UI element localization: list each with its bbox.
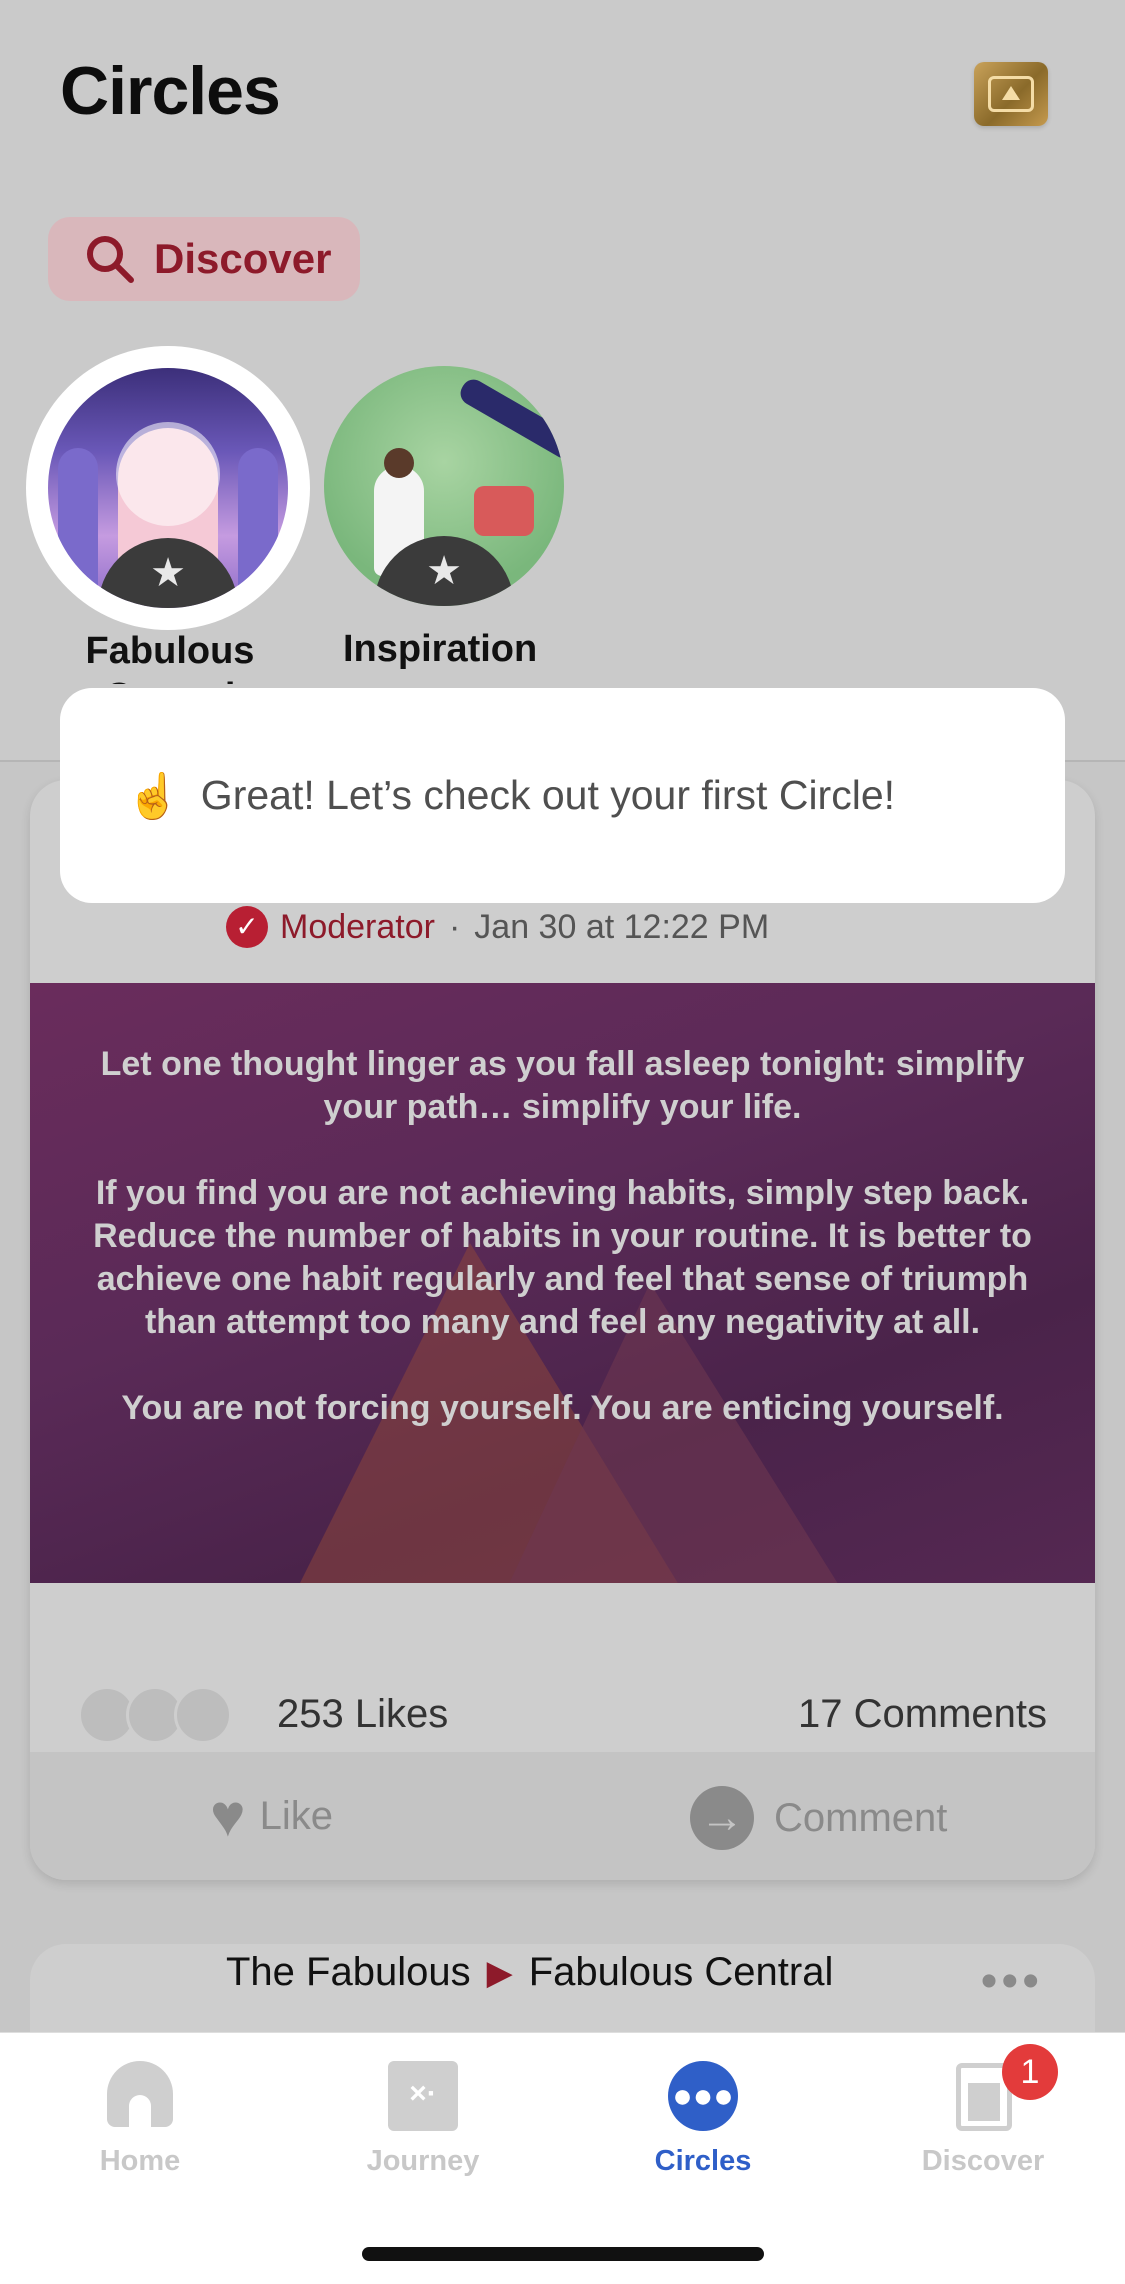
star-icon: ★ xyxy=(426,549,462,593)
likes-count[interactable]: 253 Likes xyxy=(277,1692,448,1737)
like-button[interactable]: ♥ Like xyxy=(210,1786,333,1846)
tooltip-message: Great! Let’s check out your first Circle… xyxy=(200,772,896,818)
tab-home[interactable]: Home xyxy=(50,2061,230,2178)
heart-icon: ♥ xyxy=(210,1782,246,1849)
verified-check-icon: ✓ xyxy=(226,906,268,948)
author-role: Moderator xyxy=(280,907,435,946)
circle-label-line2: Central xyxy=(60,674,280,684)
circle-label-fabulous-central[interactable]: Fabulous Central xyxy=(60,628,280,684)
avatar-column-left xyxy=(58,448,98,608)
post-quote: Let one thought linger as you fall aslee… xyxy=(70,1043,1055,1473)
circle-label-inspiration[interactable]: Inspiration xyxy=(343,628,537,671)
tab-label: Journey xyxy=(366,2145,480,2177)
map-icon-mark: ×· xyxy=(409,2077,437,2110)
avatar-figure-body xyxy=(474,486,534,536)
premium-triangle xyxy=(1002,86,1020,100)
people-icon: ●●● xyxy=(668,2061,738,2131)
home-icon xyxy=(105,2061,175,2131)
meta-separator: · xyxy=(448,907,461,946)
home-icon-door xyxy=(129,2095,151,2127)
onboarding-tooltip[interactable]: ☝️ Great! Let’s check out your first Cir… xyxy=(60,688,1065,903)
post-stats: 253 Likes 17 Comments xyxy=(30,1670,1095,1750)
comment-label: Comment xyxy=(774,1795,948,1840)
search-icon xyxy=(87,236,134,283)
tab-label: Home xyxy=(99,2145,181,2177)
post-date: Jan 30 at 12:22 PM xyxy=(474,907,770,946)
post-image[interactable]: Let one thought linger as you fall aslee… xyxy=(30,983,1095,1583)
page-title: Circles xyxy=(60,53,281,129)
quote-paragraph-1: Let one thought linger as you fall aslee… xyxy=(100,1045,1025,1126)
avatar-column-right xyxy=(238,448,278,608)
document-fill xyxy=(968,2083,1000,2121)
post-source[interactable]: The Fabulous xyxy=(226,1950,471,1995)
quote-paragraph-2: If you find you are not achieving habits… xyxy=(93,1174,1032,1341)
circle-avatar-inspiration[interactable]: ★ xyxy=(324,366,564,606)
post-source-path: The Fabulous ▶ Fabulous Central xyxy=(226,1950,833,1995)
post-circle[interactable]: Fabulous Central xyxy=(529,1950,834,1995)
post-actions: ♥ Like → Comment xyxy=(30,1752,1095,1880)
post-card[interactable]: ✓ Moderator · Jan 30 at 12:22 PM Let one… xyxy=(30,780,1095,1880)
star-icon: ★ xyxy=(150,551,186,595)
post-meta: ✓ Moderator · Jan 30 at 12:22 PM xyxy=(226,906,769,948)
tab-label: Circles xyxy=(654,2145,752,2177)
discover-label: Discover xyxy=(154,235,332,282)
tab-journey[interactable]: ×· Journey xyxy=(333,2061,513,2178)
arrow-right-icon: ▶ xyxy=(486,1953,513,1992)
avatar-glow xyxy=(116,422,220,526)
circle-label-line1: Fabulous xyxy=(85,630,255,672)
avatar-girl-head xyxy=(384,448,414,478)
home-indicator xyxy=(362,2247,764,2261)
circle-star-badge: ★ xyxy=(98,538,238,608)
tab-circles[interactable]: ●●● Circles xyxy=(613,2061,793,2178)
liker-avatar xyxy=(174,1686,232,1744)
more-options-icon[interactable]: ••• xyxy=(981,1954,1043,2009)
premium-frame-icon[interactable] xyxy=(974,62,1048,126)
comments-count[interactable]: 17 Comments xyxy=(798,1692,1047,1737)
like-label: Like xyxy=(259,1793,334,1838)
quote-paragraph-3: You are not forcing yourself. You are en… xyxy=(121,1389,1004,1427)
discover-button[interactable]: Discover xyxy=(48,217,360,301)
circle-star-badge: ★ xyxy=(374,536,514,606)
circle-avatar-fabulous-central[interactable]: ★ xyxy=(48,368,288,608)
notification-badge: 1 xyxy=(1002,2044,1058,2100)
map-icon: ×· xyxy=(388,2061,458,2131)
tab-label: Discover xyxy=(921,2145,1045,2177)
comment-arrow-icon: → xyxy=(690,1786,754,1850)
comment-button[interactable]: → Comment xyxy=(690,1786,947,1850)
pointing-up-icon: ☝️ xyxy=(126,771,181,821)
